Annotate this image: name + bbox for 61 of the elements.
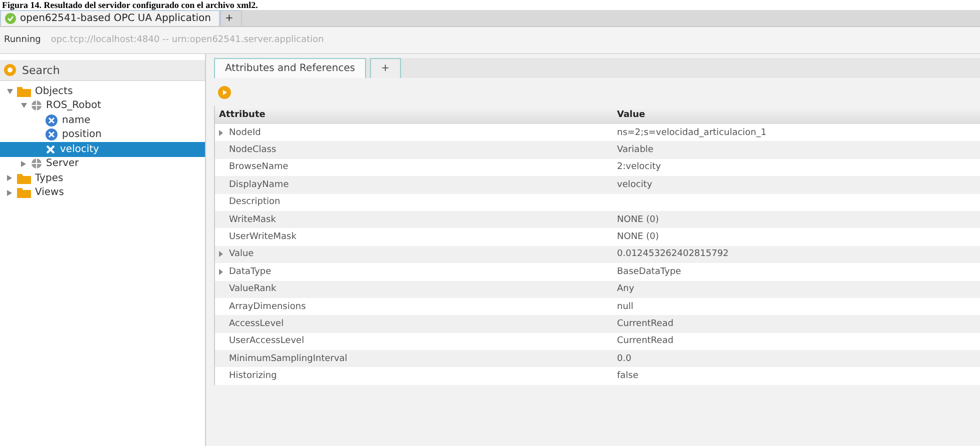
figure-caption: Figura 14. Resultado del servidor configurado con el archivo xml2.	[1, 0, 258, 10]
table-cell: NONE (0)	[617, 214, 659, 225]
table-cell: UserWriteMask	[229, 232, 296, 242]
variable-icon	[45, 128, 58, 142]
table-cell: NodeId	[229, 128, 261, 138]
tree-item[interactable]: ROS_Robot	[0, 98, 205, 113]
table-cell: UserAccessLevel	[229, 336, 304, 346]
new-tab-button[interactable]: +	[220, 10, 242, 26]
folder-icon	[17, 187, 31, 198]
table-cell: DataType	[229, 266, 272, 277]
table-cell: 0.0	[617, 354, 632, 364]
search-field[interactable]: Search	[0, 60, 205, 81]
tree-item[interactable]: velocity	[0, 142, 205, 156]
refresh-button[interactable]	[218, 86, 231, 98]
tree-item[interactable]: Views	[0, 186, 205, 200]
table-cell: DisplayName	[229, 180, 289, 190]
table-cell: AccessLevel	[229, 318, 284, 329]
table-cell: velocity	[617, 180, 652, 190]
globe-icon	[31, 100, 42, 112]
table-cell: Value	[229, 249, 254, 260]
folder-icon	[17, 172, 31, 184]
table-cell: WriteMask	[229, 214, 276, 225]
table-cell: null	[617, 302, 634, 312]
tree-item[interactable]: position	[0, 128, 205, 142]
collapsed-arrow-icon	[21, 160, 26, 167]
tree-item[interactable]: Types	[0, 171, 205, 186]
table-cell: CurrentRead	[617, 318, 674, 329]
expanded-arrow-icon	[20, 103, 26, 108]
table-cell: BaseDataType	[617, 266, 682, 277]
table-cell: Variable	[617, 145, 654, 156]
table-cell: NodeClass	[229, 145, 276, 156]
tree-item[interactable]: Objects	[0, 84, 205, 98]
check-icon	[5, 13, 16, 24]
variable-icon	[45, 114, 58, 127]
window-tab[interactable]: open62541-based OPC UA Application	[0, 10, 220, 26]
table-cell: 2:velocity	[617, 162, 661, 172]
folder-icon	[17, 86, 31, 97]
column-header: Attribute	[214, 106, 613, 124]
new-tab-button[interactable]: +	[370, 58, 400, 78]
table-cell: 0.012453262402815792	[617, 249, 729, 260]
expanded-arrow-icon	[6, 88, 12, 94]
table-cell: Any	[617, 284, 634, 294]
table-cell: ns=2;s=velocidad_articulacion_1	[617, 128, 766, 138]
tree-item[interactable]: Server	[0, 156, 205, 171]
table-cell: Historizing	[229, 371, 277, 382]
tree-item[interactable]: name	[0, 113, 205, 128]
endpoint-text: opc.tcp://localhost:4840 -- urn:open62541.server.application	[50, 35, 324, 45]
table-cell: CurrentRead	[617, 336, 674, 346]
globe-icon	[31, 158, 42, 170]
collapsed-arrow-icon	[7, 190, 12, 196]
table-cell: NONE (0)	[617, 232, 659, 242]
x-icon	[45, 144, 56, 155]
table-cell: BrowseName	[229, 162, 288, 172]
table-cell: ValueRank	[229, 284, 276, 294]
table-cell: Description	[229, 197, 280, 208]
collapsed-arrow-icon	[7, 175, 12, 182]
status-text: Running	[4, 35, 41, 45]
panel-tab[interactable]: Attributes and References	[214, 58, 366, 78]
table-cell: false	[617, 371, 638, 382]
table-cell: ArrayDimensions	[229, 302, 306, 312]
table-cell: MinimumSamplingInterval	[229, 354, 348, 364]
